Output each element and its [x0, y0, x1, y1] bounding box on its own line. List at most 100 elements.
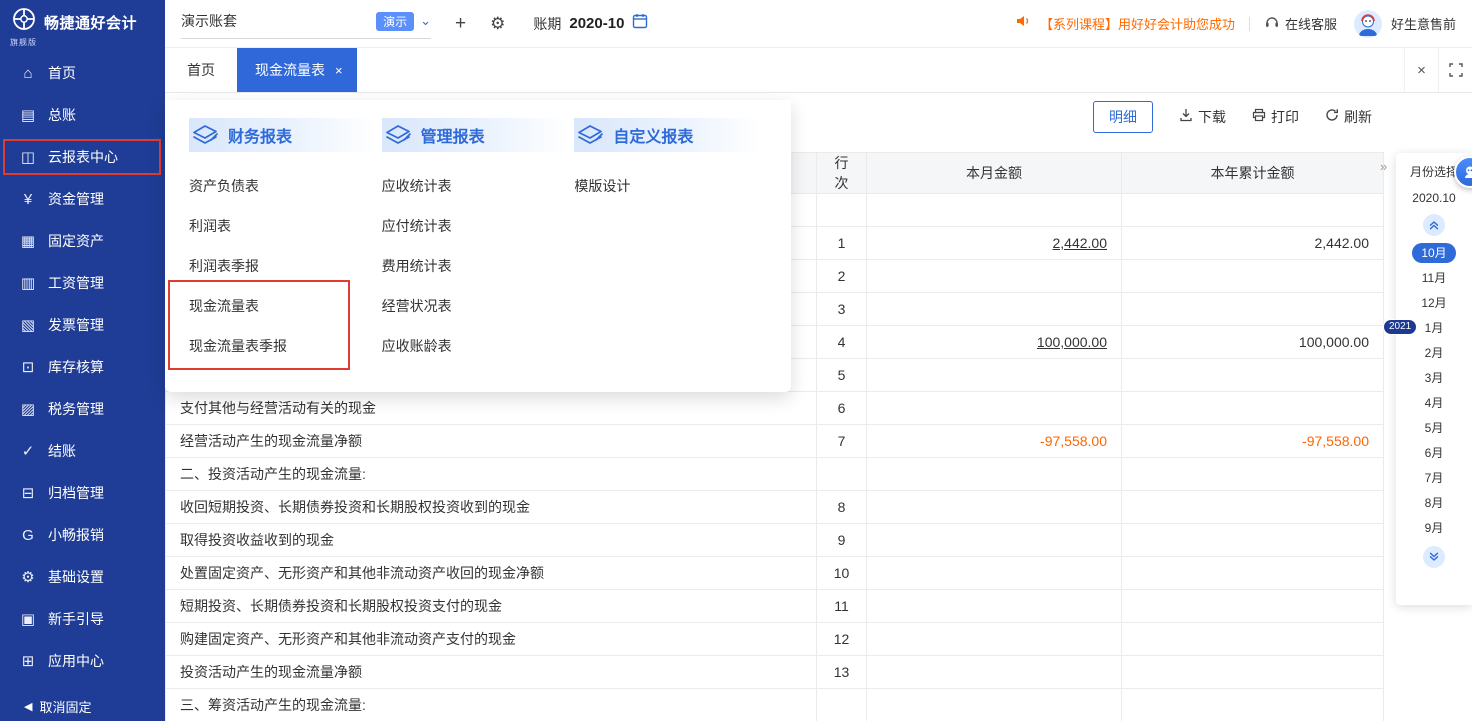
month-item[interactable]: 9月: [1396, 516, 1472, 541]
month-item[interactable]: 8月: [1396, 491, 1472, 516]
add-account-button[interactable]: +: [455, 14, 466, 33]
calendar-icon: [632, 13, 648, 34]
course-promo-link[interactable]: 【系列课程】用好好会计助您成功: [1040, 14, 1235, 33]
item-cell: 购建固定资产、无形资产和其他非流动资产支付的现金: [165, 622, 817, 656]
home-icon: ⌂: [23, 64, 33, 82]
sidebar-item-general-ledger[interactable]: ▤ 总账: [0, 94, 165, 136]
period-selector[interactable]: 账期 2020-10: [533, 13, 648, 34]
fullscreen-icon[interactable]: [1438, 48, 1472, 92]
sidebar-item-label: 云报表中心: [48, 149, 118, 165]
sidebar-item-xiaochang-reimburse[interactable]: G 小畅报销: [0, 514, 165, 556]
demo-badge: 演示: [376, 11, 415, 31]
scroll-up-button[interactable]: [1423, 214, 1445, 236]
sidebar-item-fixed-assets[interactable]: ▦ 固定资产: [0, 220, 165, 262]
month-item[interactable]: 2月: [1396, 341, 1472, 366]
panel-collapse-icon[interactable]: »: [1380, 159, 1387, 174]
report-menu-item[interactable]: 现金流量表: [189, 286, 382, 326]
month-label: 8月: [1424, 496, 1444, 510]
report-menu-item[interactable]: 应收统计表: [382, 166, 575, 206]
month-item[interactable]: 7月: [1396, 466, 1472, 491]
report-menu-item[interactable]: 应付统计表: [382, 206, 575, 246]
item-cell: 短期投资、长期债券投资和长期股权投资支付的现金: [165, 589, 817, 623]
current-period: 2020.10: [1412, 191, 1456, 205]
refresh-button[interactable]: 刷新: [1325, 107, 1372, 127]
report-menu-item[interactable]: 利润表: [189, 206, 382, 246]
month-item[interactable]: 5月: [1396, 416, 1472, 441]
sidebar-item-app-center[interactable]: ⊞ 应用中心: [0, 640, 165, 682]
account-select[interactable]: 演示账套 演示 ⌄: [181, 11, 431, 39]
line-cell: 10: [816, 556, 867, 590]
month-label: 11月: [1421, 271, 1447, 285]
account-settings-icon[interactable]: ⚙: [490, 15, 505, 32]
app-logo: 旗舰版 畅捷通好会计: [0, 0, 165, 50]
download-button[interactable]: 下载: [1179, 107, 1226, 127]
month-item[interactable]: 6月: [1396, 441, 1472, 466]
sidebar-item-inventory-accounting[interactable]: ⊡ 库存核算: [0, 346, 165, 388]
month-amount-cell: [866, 556, 1122, 590]
sidebar-item-salary-management[interactable]: ▥ 工资管理: [0, 262, 165, 304]
tab-close-icon[interactable]: ×: [335, 63, 343, 78]
sidebar-item-label: 首页: [48, 65, 76, 81]
report-menu-item[interactable]: 费用统计表: [382, 246, 575, 286]
table-row: 二、投资活动产生的现金流量:: [165, 457, 1384, 491]
month-item[interactable]: 4月: [1396, 391, 1472, 416]
table-row: 经营活动产生的现金流量净额 7 -97,558.00 -97,558.00: [165, 424, 1384, 458]
month-label: 7月: [1424, 471, 1444, 485]
sidebar-item-tax-management[interactable]: ▨ 税务管理: [0, 388, 165, 430]
refresh-icon: [1325, 108, 1339, 125]
sidebar-item-archive-management[interactable]: ⊟ 归档管理: [0, 472, 165, 514]
sidebar-item-closing[interactable]: ✓ 结账: [0, 430, 165, 472]
line-cell: 9: [816, 523, 867, 557]
month-item[interactable]: 12月: [1396, 291, 1472, 316]
month-item[interactable]: 3月: [1396, 366, 1472, 391]
report-menu-item[interactable]: 应收账龄表: [382, 326, 575, 366]
report-menu-item[interactable]: 资产负债表: [189, 166, 382, 206]
divider: [1248, 16, 1250, 31]
month-item[interactable]: 2021 1月: [1383, 316, 1472, 341]
report-menu-item[interactable]: 现金流量表季报: [189, 326, 382, 366]
sidebar-item-label: 发票管理: [48, 317, 104, 333]
section-items: 应收统计表 应付统计表 费用统计表 经营状况表 应收账龄表: [382, 166, 575, 366]
month-label: 12月: [1421, 296, 1447, 310]
sidebar-item-label: 结账: [48, 443, 76, 459]
online-service-button[interactable]: 在线客服: [1264, 14, 1337, 33]
line-cell: 11: [816, 589, 867, 623]
year-amount-cell: [1121, 556, 1384, 590]
year-amount-cell: [1121, 622, 1384, 656]
report-menu-item[interactable]: 经营状况表: [382, 286, 575, 326]
detail-button[interactable]: 明细: [1093, 100, 1153, 133]
drilldown-link[interactable]: 100,000.00: [1037, 334, 1107, 350]
unpin-button[interactable]: ◀ 取消固定: [0, 691, 165, 721]
report-menu-item[interactable]: 模版设计: [574, 166, 767, 206]
month-item[interactable]: 10月: [1396, 241, 1472, 266]
table-row: 三、筹资活动产生的现金流量:: [165, 688, 1384, 721]
amount-value: 100,000.00: [1298, 334, 1369, 350]
line-header: 行次: [816, 152, 867, 194]
sidebar-item-home[interactable]: ⌂ 首页: [0, 52, 165, 94]
month-amount-cell: [866, 589, 1122, 623]
user-name[interactable]: 好生意售前: [1391, 14, 1456, 33]
scroll-down-button[interactable]: [1423, 546, 1445, 568]
section-title: 财务报表: [228, 129, 293, 146]
app-name: 畅捷通好会计: [44, 15, 138, 32]
item-cell: 收回短期投资、长期债券投资和长期股权投资收到的现金: [165, 490, 817, 524]
sidebar-item-invoice-management[interactable]: ▧ 发票管理: [0, 304, 165, 346]
sidebar-item-fund-management[interactable]: ¥ 资金管理: [0, 178, 165, 220]
tab-cash-flow-statement[interactable]: 现金流量表 ×: [237, 48, 357, 92]
line-cell: 3: [816, 292, 867, 326]
avatar[interactable]: [1353, 9, 1382, 38]
tab-home[interactable]: 首页: [165, 48, 237, 92]
sidebar-item-beginner-guide[interactable]: ▣ 新手引导: [0, 598, 165, 640]
section-items: 资产负债表 利润表 利润表季报 现金流量表 现金流量表季报: [189, 166, 382, 366]
close-tabs-icon[interactable]: ×: [1404, 48, 1438, 92]
sidebar-item-basic-settings[interactable]: ⚙ 基础设置: [0, 556, 165, 598]
year-badge: 2021: [1383, 319, 1418, 335]
month-item[interactable]: 11月: [1396, 266, 1472, 291]
report-menu-item[interactable]: 利润表季报: [189, 246, 382, 286]
sidebar-item-cloud-report-center[interactable]: ◫ 云报表中心: [0, 136, 165, 178]
drilldown-link[interactable]: 2,442.00: [1053, 235, 1108, 251]
month-amount-cell: [866, 688, 1122, 721]
table-row: 支付其他与经营活动有关的现金 6: [165, 391, 1384, 425]
print-button[interactable]: 打印: [1252, 107, 1299, 127]
section-items: 模版设计: [574, 166, 767, 206]
